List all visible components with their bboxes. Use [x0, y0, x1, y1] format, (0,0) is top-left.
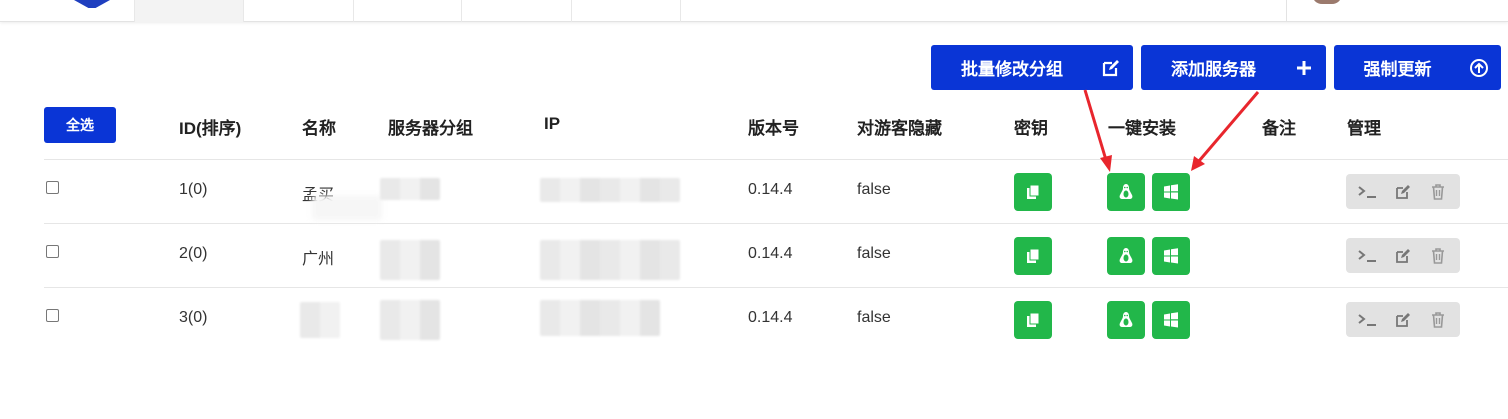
linux-icon [1119, 248, 1133, 263]
edit-icon[interactable] [1388, 174, 1418, 209]
manage-actions [1346, 238, 1460, 273]
windows-icon [1164, 184, 1178, 200]
copy-icon [1027, 184, 1040, 199]
linux-icon [1119, 184, 1133, 199]
install-windows-button[interactable] [1152, 237, 1190, 275]
add-server-button[interactable]: 添加服务器 [1141, 45, 1326, 90]
add-server-label: 添加服务器 [1171, 60, 1256, 79]
row-id: 3(0) [179, 309, 208, 326]
upload-circle-icon [1457, 45, 1501, 90]
trash-icon[interactable] [1423, 174, 1453, 209]
batch-edit-group-label: 批量修改分组 [961, 60, 1063, 79]
install-windows-button[interactable] [1152, 173, 1190, 211]
install-linux-button[interactable] [1107, 173, 1145, 211]
row-checkbox[interactable] [46, 181, 59, 194]
row-hidden: false [857, 309, 891, 326]
linux-icon [1119, 312, 1133, 327]
plus-icon [1282, 45, 1326, 90]
edit-icon[interactable] [1388, 302, 1418, 337]
force-update-button[interactable]: 强制更新 [1334, 45, 1501, 90]
manage-actions [1346, 174, 1460, 209]
row-id: 2(0) [179, 245, 208, 262]
edit-icon[interactable] [1388, 238, 1418, 273]
windows-icon [1164, 312, 1178, 328]
logo[interactable] [74, 0, 110, 8]
row-divider [44, 223, 1508, 224]
batch-edit-group-button[interactable]: 批量修改分组 [931, 45, 1133, 90]
redacted-name [312, 196, 382, 220]
install-linux-button[interactable] [1107, 237, 1145, 275]
manage-actions [1346, 302, 1460, 337]
copy-key-button[interactable] [1014, 237, 1052, 275]
row-id: 1(0) [179, 181, 208, 198]
redacted-group [380, 240, 440, 280]
header-ip: IP [544, 114, 561, 133]
row-version: 0.14.4 [748, 181, 793, 198]
redacted-ip [540, 178, 680, 202]
terminal-icon[interactable] [1353, 302, 1383, 337]
nav-tab-3[interactable] [354, 0, 462, 22]
nav-tab-2[interactable] [244, 0, 354, 22]
redacted-name [300, 302, 340, 338]
header-id: ID(排序) [179, 119, 242, 138]
trash-icon[interactable] [1423, 302, 1453, 337]
header-group: 服务器分组 [388, 119, 473, 138]
row-name: 广州 [302, 251, 335, 268]
top-nav-bar [0, 0, 1508, 22]
edit-icon [1089, 45, 1133, 90]
copy-key-button[interactable] [1014, 301, 1052, 339]
row-divider [44, 159, 1508, 160]
windows-icon [1164, 248, 1178, 264]
row-version: 0.14.4 [748, 245, 793, 262]
install-linux-button[interactable] [1107, 301, 1145, 339]
redacted-group [380, 300, 440, 340]
force-update-label: 强制更新 [1363, 60, 1432, 79]
header-name: 名称 [302, 119, 336, 138]
header-one-click-install: 一键安装 [1108, 119, 1176, 138]
row-divider [44, 287, 1508, 288]
row-version: 0.14.4 [748, 309, 793, 326]
header-note: 备注 [1262, 119, 1296, 138]
row-hidden: false [857, 181, 891, 198]
redacted-group [380, 178, 440, 200]
row-checkbox[interactable] [46, 245, 59, 258]
header-manage: 管理 [1347, 119, 1381, 138]
copy-key-button[interactable] [1014, 173, 1052, 211]
header-key: 密钥 [1014, 119, 1048, 138]
terminal-icon[interactable] [1353, 174, 1383, 209]
nav-tab-5[interactable] [572, 0, 681, 22]
redacted-ip [540, 240, 680, 280]
terminal-icon[interactable] [1353, 238, 1383, 273]
header-hide-guest: 对游客隐藏 [857, 119, 942, 138]
trash-icon[interactable] [1423, 238, 1453, 273]
avatar-divider [1286, 0, 1287, 22]
select-all-button[interactable]: 全选 [44, 107, 116, 143]
avatar[interactable] [1312, 0, 1342, 4]
redacted-ip [540, 300, 660, 336]
row-checkbox[interactable] [46, 309, 59, 322]
header-version: 版本号 [748, 119, 799, 138]
copy-icon [1027, 312, 1040, 327]
row-hidden: false [857, 245, 891, 262]
nav-tab-1[interactable] [134, 0, 244, 22]
copy-icon [1027, 248, 1040, 263]
nav-tab-4[interactable] [462, 0, 572, 22]
install-windows-button[interactable] [1152, 301, 1190, 339]
